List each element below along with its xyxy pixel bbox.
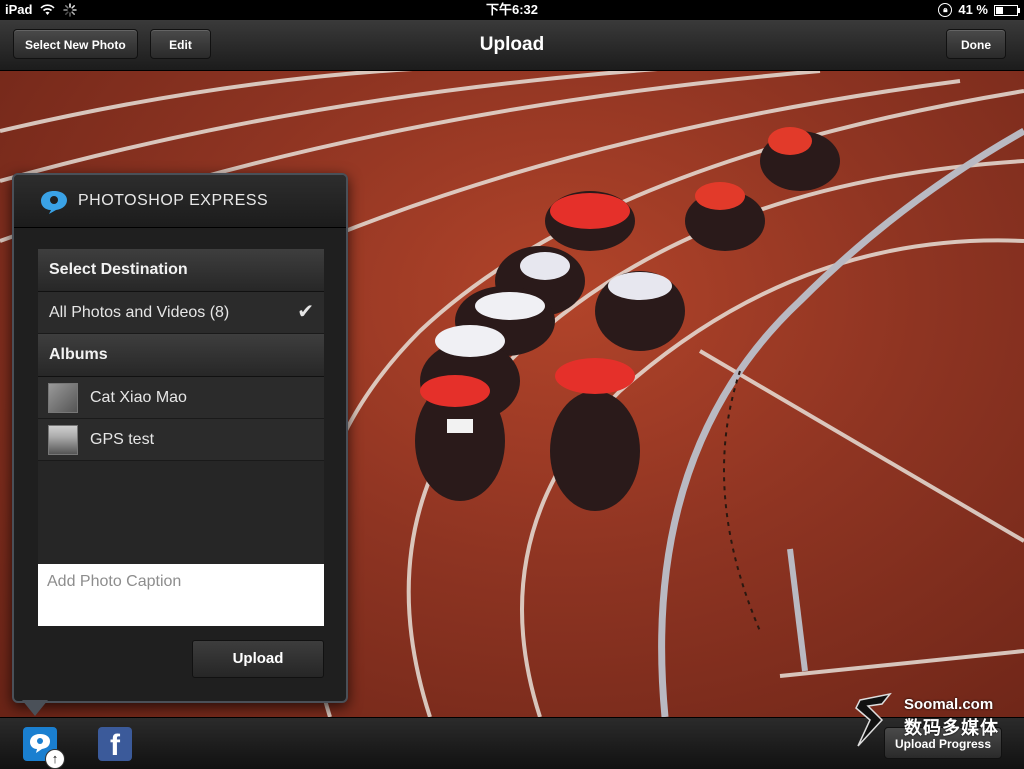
nav-bar: Select New Photo Edit Upload Done bbox=[0, 20, 1024, 71]
page-title: Upload bbox=[479, 34, 545, 55]
photoshop-express-logo-icon bbox=[41, 191, 67, 214]
destination-all-photos[interactable]: All Photos and Videos (8) ✔ bbox=[38, 292, 324, 334]
upload-popover: PHOTOSHOP EXPRESS Select Destination All… bbox=[12, 173, 348, 703]
albums-header: Albums bbox=[38, 334, 324, 377]
status-time: 下午6:32 bbox=[485, 2, 539, 17]
done-button[interactable]: Done bbox=[946, 29, 1006, 59]
soomal-logo-icon bbox=[855, 692, 892, 747]
popover-title: PHOTOSHOP EXPRESS bbox=[78, 192, 269, 209]
album-thumbnail bbox=[48, 383, 78, 413]
rotation-lock-icon: 🔒︎ bbox=[938, 3, 953, 17]
popover-header: PHOTOSHOP EXPRESS bbox=[14, 175, 346, 228]
watermark-domain: Soomal.com bbox=[904, 696, 994, 713]
photo-caption-input[interactable] bbox=[38, 564, 324, 626]
destination-label: All Photos and Videos (8) bbox=[49, 304, 230, 321]
album-label: Cat Xiao Mao bbox=[90, 389, 187, 406]
destination-list: Select Destination All Photos and Videos… bbox=[38, 249, 324, 565]
album-thumbnail bbox=[48, 425, 78, 455]
album-item-cat-xiao-mao[interactable]: Cat Xiao Mao bbox=[38, 377, 324, 419]
status-bar: iPad 下午6:32 🔒︎ 41 % bbox=[0, 0, 1024, 20]
popover-arrow bbox=[22, 700, 48, 716]
battery-fill bbox=[996, 7, 1004, 14]
album-label: GPS test bbox=[90, 431, 155, 448]
checkmark-icon: ✔ bbox=[297, 301, 314, 323]
list-empty-area bbox=[38, 461, 324, 565]
status-right: 🔒︎ 41 % bbox=[938, 0, 1020, 20]
battery-icon bbox=[994, 5, 1020, 16]
select-destination-header: Select Destination bbox=[38, 249, 324, 292]
upload-arrow-icon: ↑ bbox=[45, 749, 65, 769]
photoshop-express-share-button[interactable]: ↑ bbox=[23, 727, 65, 769]
watermark-chinese: 数码多媒体 bbox=[904, 718, 999, 738]
upload-button[interactable]: Upload bbox=[192, 640, 324, 678]
soomal-watermark: Soomal.com 数码多媒体 bbox=[852, 690, 1022, 750]
battery-percent: 41 % bbox=[958, 2, 988, 17]
album-item-gps-test[interactable]: GPS test bbox=[38, 419, 324, 461]
facebook-share-button[interactable]: f bbox=[98, 727, 132, 762]
